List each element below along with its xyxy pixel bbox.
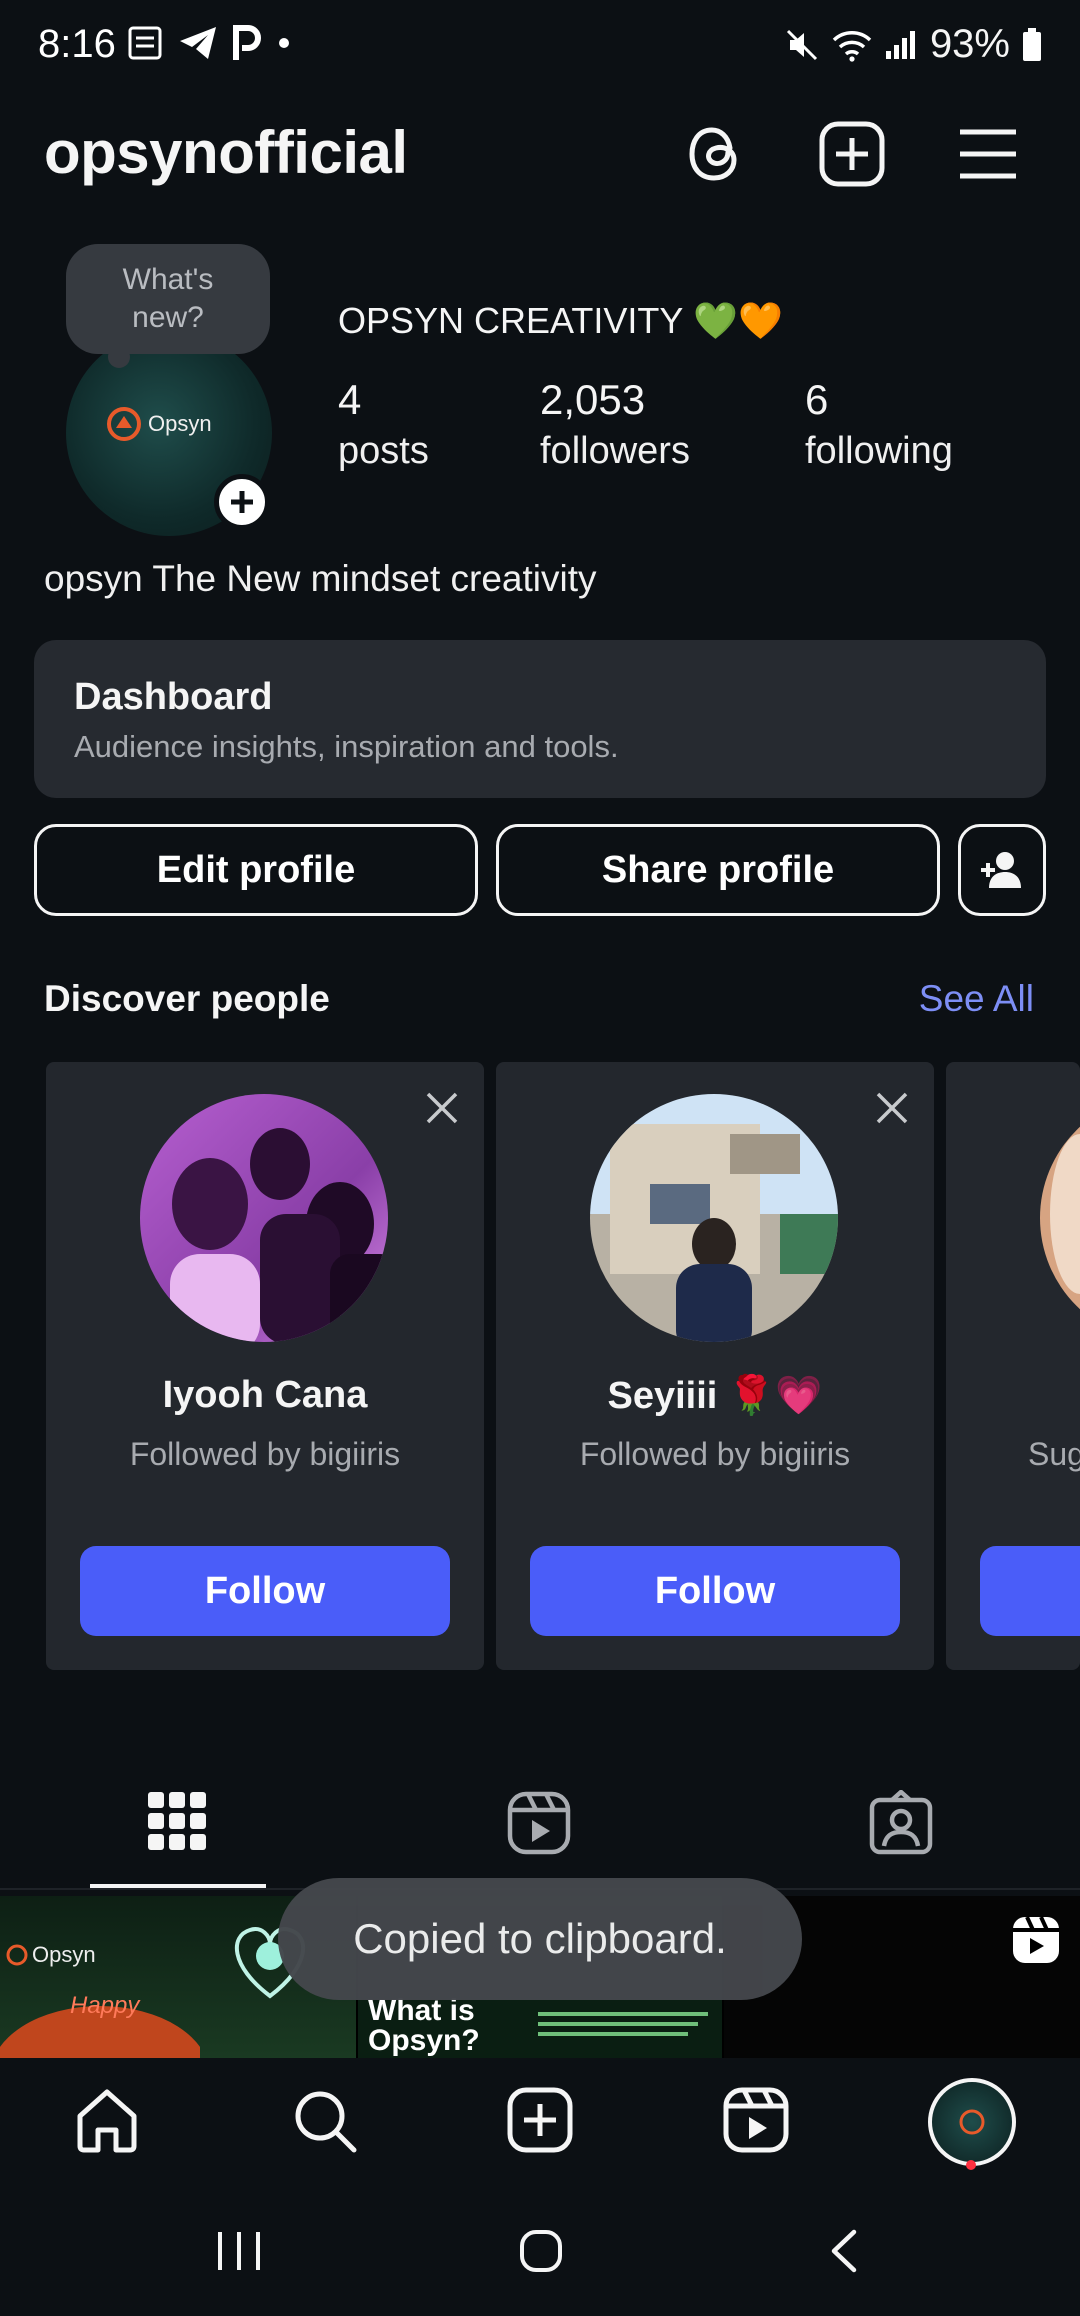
profile-display-name: OPSYN CREATIVITY 💚🧡: [338, 300, 784, 341]
tab-reels[interactable]: [506, 1790, 572, 1856]
nav-home[interactable]: [72, 2086, 142, 2156]
battery-icon: [1023, 27, 1041, 61]
reels-icon: [507, 1791, 571, 1855]
opsyn-logo-icon: [107, 407, 141, 441]
back-button[interactable]: [826, 2228, 860, 2274]
tab-tagged[interactable]: [868, 1790, 934, 1856]
dashboard-card[interactable]: Dashboard Audience insights, inspiration…: [34, 640, 1046, 798]
plus-icon: [231, 491, 253, 513]
telegram-icon: [180, 27, 216, 59]
edit-profile-button[interactable]: Edit profile: [34, 824, 478, 916]
suggestion-card[interactable]: Seyiiii 🌹💗 Followed by bigiiris Follow: [496, 1062, 934, 1670]
share-profile-button[interactable]: Share profile: [496, 824, 940, 916]
bible-app-icon: [128, 26, 162, 60]
thumbnail-text: Happy: [70, 1992, 140, 2019]
note-bubble-text: What's new?: [122, 263, 214, 334]
grid-icon: [148, 1792, 206, 1850]
wifi-icon: [832, 30, 872, 62]
follow-button[interactable]: Follow: [530, 1546, 900, 1636]
suggestion-subtitle: Followed by bigiiris: [129, 1436, 401, 1472]
profile-username[interactable]: opsynofficial: [44, 118, 408, 187]
recent-apps-button[interactable]: [214, 2228, 264, 2274]
suggestion-name[interactable]: Seyiiii 🌹💗: [496, 1374, 934, 1418]
tagged-icon: [869, 1790, 933, 1855]
dot-icon: [279, 38, 289, 48]
system-icons: 93%: [784, 22, 1042, 67]
nav-search[interactable]: [290, 2086, 360, 2156]
dismiss-suggestion-icon[interactable]: [424, 1090, 460, 1126]
threads-icon[interactable]: [680, 118, 752, 190]
recent-apps-icon: [218, 2232, 260, 2270]
follow-button[interactable]: Follow: [80, 1546, 450, 1636]
nav-profile-avatar[interactable]: [928, 2078, 1016, 2166]
follow-button[interactable]: [980, 1546, 1080, 1636]
suggestion-avatar[interactable]: [140, 1094, 388, 1342]
dashboard-subtitle: Audience insights, inspiration and tools…: [74, 729, 619, 764]
opsyn-logo-icon: [959, 2109, 985, 2135]
menu-icon[interactable]: [952, 118, 1024, 190]
system-navigation: [0, 2188, 1080, 2316]
home-circle-icon: [520, 2230, 562, 2272]
home-button[interactable]: [518, 2228, 564, 2274]
add-story-button[interactable]: [214, 474, 270, 530]
note-bubble[interactable]: What's new?: [66, 244, 270, 354]
create-icon: [507, 2087, 573, 2153]
dismiss-suggestion-icon[interactable]: [874, 1090, 910, 1126]
mute-icon: [786, 29, 817, 60]
nav-reels[interactable]: [722, 2086, 790, 2154]
thumbnail-small-text: [538, 2008, 718, 2058]
nav-create[interactable]: [506, 2086, 574, 2154]
discover-people-toggle-button[interactable]: [958, 824, 1046, 916]
notification-icons: [126, 24, 292, 62]
reels-icon: [723, 2087, 789, 2153]
reel-badge-icon: [1013, 1916, 1059, 1963]
avatar-logo: Opsyn: [106, 406, 212, 442]
suggestion-avatar[interactable]: [590, 1094, 838, 1342]
profile-bio: opsyn The New mindset creativity: [44, 558, 597, 599]
bottom-navigation: [0, 2058, 1080, 2188]
suggestion-name[interactable]: Iyooh Cana: [46, 1374, 484, 1417]
back-chevron-icon: [831, 2229, 857, 2273]
suggestion-subtitle: Sug: [1028, 1436, 1080, 1472]
signal-icon: [885, 30, 915, 59]
parking-icon: [233, 25, 261, 60]
stat-posts[interactable]: 4 posts: [338, 376, 429, 473]
see-all-link[interactable]: See All: [919, 978, 1034, 1020]
notification-dot: [966, 2160, 976, 2170]
name-emoji: 💚🧡: [693, 300, 784, 341]
stat-followers[interactable]: 2,053 followers: [540, 376, 690, 473]
suggestion-card[interactable]: Iyooh Cana Followed by bigiiris Follow: [46, 1062, 484, 1670]
dashboard-title: Dashboard: [74, 676, 273, 718]
stat-following[interactable]: 6 following: [805, 376, 953, 473]
toast-message: Copied to clipboard.: [278, 1878, 802, 2000]
search-icon: [295, 2091, 357, 2153]
status-bar: 8:16 93%: [0, 0, 1080, 96]
thumbnail-text: What is Opsyn?: [368, 1994, 480, 2057]
add-person-icon: [981, 852, 1021, 888]
suggestion-card-partial[interactable]: Sug: [946, 1062, 1080, 1670]
create-post-icon[interactable]: [816, 118, 888, 190]
home-icon: [77, 2089, 137, 2153]
opsyn-logo-icon: [6, 1944, 28, 1966]
battery-percentage: 93%: [929, 22, 1010, 66]
tab-grid[interactable]: [146, 1790, 208, 1852]
suggestion-avatar[interactable]: [1040, 1094, 1080, 1342]
suggestion-subtitle: Followed by bigiiris: [579, 1436, 851, 1472]
status-time: 8:16: [38, 22, 116, 66]
discover-people-title: Discover people: [44, 978, 330, 1019]
